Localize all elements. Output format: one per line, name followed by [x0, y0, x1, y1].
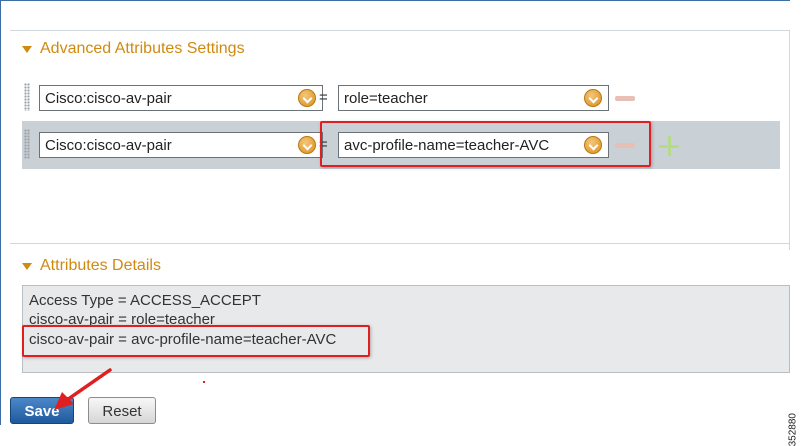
collapse-triangle-icon	[22, 262, 32, 270]
highlight-value-box	[320, 121, 651, 167]
highlight-detail-box	[22, 325, 370, 357]
attribute-select-1[interactable]: Cisco:cisco-av-pair	[39, 85, 323, 111]
chevron-down-icon[interactable]	[584, 89, 602, 107]
detail-line-1: Access Type = ACCESS_ACCEPT	[29, 292, 261, 309]
figure-id: 352880	[787, 413, 798, 446]
callout-arrow-icon	[54, 368, 112, 410]
attributes-details-header[interactable]: Attributes Details	[22, 257, 161, 275]
advanced-attributes-title: Advanced Attributes Settings	[40, 40, 245, 57]
value-select-1[interactable]: role=teacher	[338, 85, 609, 111]
attribute-select-2[interactable]: Cisco:cisco-av-pair	[39, 132, 323, 158]
advanced-attributes-header[interactable]: Advanced Attributes Settings	[22, 40, 245, 58]
chevron-down-icon[interactable]	[298, 136, 316, 154]
chevron-down-icon[interactable]	[298, 89, 316, 107]
attributes-details-title: Attributes Details	[40, 257, 161, 274]
add-row-icon[interactable]	[659, 136, 679, 156]
drag-handle-icon[interactable]	[24, 129, 30, 159]
operator-equals-1: =	[319, 89, 328, 106]
red-dot-mark	[203, 381, 205, 383]
value-select-1-value: role=teacher	[344, 90, 428, 107]
remove-row-icon[interactable]	[615, 96, 635, 101]
drag-handle-icon[interactable]	[24, 83, 30, 111]
attribute-select-2-value: Cisco:cisco-av-pair	[45, 137, 172, 154]
collapse-triangle-icon	[22, 45, 32, 53]
attribute-row-1: Cisco:cisco-av-pair = role=teacher	[22, 75, 780, 121]
attribute-select-1-value: Cisco:cisco-av-pair	[45, 90, 172, 107]
